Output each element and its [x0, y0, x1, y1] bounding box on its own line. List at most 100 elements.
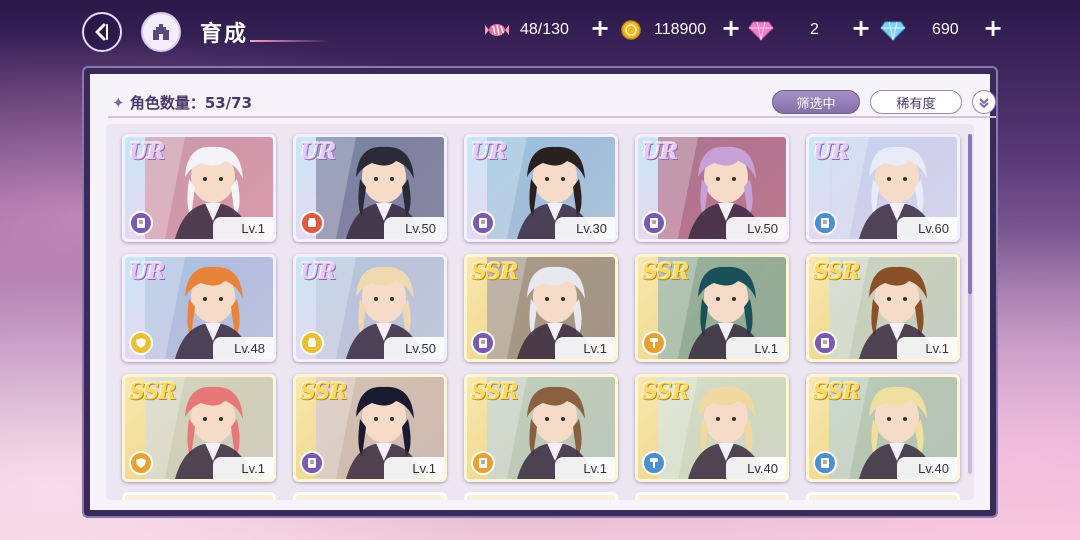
- rarity-badge: SSR: [471, 259, 519, 285]
- blue-gem-plus-button[interactable]: +: [983, 13, 1003, 43]
- character-card[interactable]: SSR Lv.1: [806, 254, 960, 362]
- attribute-badge: [813, 331, 837, 355]
- rarity-badge: SSR: [642, 259, 690, 285]
- rarity-badge: UR: [813, 139, 849, 165]
- rarity-badge: UR: [129, 259, 165, 285]
- attribute-badge: [813, 451, 837, 475]
- level-label: Lv.40: [897, 457, 957, 479]
- character-count-text: 角色数量：53/73: [129, 94, 253, 112]
- attribute-badge: [471, 331, 495, 355]
- rarity-badge: UR: [300, 139, 336, 165]
- level-label: Lv.30: [555, 217, 615, 239]
- chevron-down-icon: [979, 98, 989, 109]
- level-label: Lv.1: [555, 337, 615, 359]
- sort-rarity-button[interactable]: 稀有度: [870, 90, 962, 114]
- character-card[interactable]: SSR Lv.1: [464, 374, 618, 482]
- character-card[interactable]: SSR Lv.40: [635, 374, 789, 482]
- character-card[interactable]: UR Lv.30: [464, 134, 618, 242]
- book-icon: [305, 456, 319, 470]
- character-card[interactable]: SSR Lv.1: [635, 254, 789, 362]
- attribute-badge: [129, 451, 153, 475]
- character-card-partial[interactable]: [635, 492, 789, 500]
- title-decoration: [250, 40, 330, 42]
- back-button[interactable]: [82, 12, 122, 52]
- pink-gem-value: 2: [810, 21, 819, 38]
- character-card[interactable]: UR Lv.50: [293, 254, 447, 362]
- blue-gem-value: 690: [932, 21, 959, 38]
- rarity-badge: SSR: [471, 379, 519, 405]
- attribute-badge: [813, 211, 837, 235]
- attribute-badge: [129, 331, 153, 355]
- resource-coin: 118900: [618, 18, 706, 42]
- character-card[interactable]: UR Lv.1: [122, 134, 276, 242]
- book-icon: [818, 336, 832, 350]
- book-icon: [818, 456, 832, 470]
- character-card-partial[interactable]: [293, 492, 447, 500]
- sort-order-button[interactable]: [972, 90, 996, 114]
- level-label: Lv.50: [726, 217, 786, 239]
- level-label: Lv.1: [213, 217, 273, 239]
- rarity-badge: UR: [642, 139, 678, 165]
- home-button[interactable]: [141, 12, 181, 52]
- rarity-badge: SSR: [129, 379, 177, 405]
- level-label: Lv.48: [213, 337, 273, 359]
- character-card[interactable]: SSR Lv.1: [464, 254, 618, 362]
- candy-plus-button[interactable]: +: [590, 13, 610, 43]
- character-card[interactable]: UR Lv.48: [122, 254, 276, 362]
- character-card-partial[interactable]: [806, 492, 960, 500]
- book-icon: [134, 216, 148, 230]
- rarity-badge: SSR: [813, 379, 861, 405]
- character-card[interactable]: UR Lv.60: [806, 134, 960, 242]
- character-card[interactable]: SSR Lv.1: [122, 374, 276, 482]
- attribute-badge: [471, 211, 495, 235]
- book-icon: [476, 336, 490, 350]
- attribute-badge: [642, 331, 666, 355]
- character-card[interactable]: UR Lv.50: [293, 134, 447, 242]
- hammer-icon: [647, 336, 661, 350]
- candy-value: 48/130: [520, 21, 569, 38]
- level-label: Lv.1: [384, 457, 444, 479]
- character-panel: ✦ 角色数量：53/73 筛选中 稀有度 UR Lv.1 UR Lv.50 UR Lv.3…: [84, 68, 996, 516]
- rarity-badge: SSR: [300, 379, 348, 405]
- book-icon: [818, 216, 832, 230]
- header-divider: [108, 116, 996, 118]
- attribute-badge: [471, 451, 495, 475]
- pink-diamond-icon: [748, 19, 774, 41]
- resource-blue-gem: 690: [880, 18, 959, 42]
- attribute-badge: [300, 331, 324, 355]
- rarity-badge: SSR: [813, 259, 861, 285]
- attribute-badge: [642, 211, 666, 235]
- fist-icon: [305, 216, 319, 230]
- sparkle-icon: ✦: [112, 94, 125, 112]
- attribute-badge: [300, 451, 324, 475]
- character-card[interactable]: UR Lv.50: [635, 134, 789, 242]
- blue-diamond-icon: [880, 19, 906, 41]
- resource-pink-gem: 2: [748, 18, 819, 42]
- hammer-icon: [647, 456, 661, 470]
- shield-icon: [134, 456, 148, 470]
- coin-plus-button[interactable]: +: [721, 13, 741, 43]
- level-label: Lv.1: [213, 457, 273, 479]
- rarity-badge: UR: [129, 139, 165, 165]
- rarity-badge: SSR: [642, 379, 690, 405]
- level-label: Lv.1: [897, 337, 957, 359]
- coin-value: 118900: [654, 21, 707, 38]
- coin-icon: [618, 19, 644, 41]
- castle-icon: [153, 24, 169, 40]
- character-card-partial[interactable]: [464, 492, 618, 500]
- character-card[interactable]: SSR Lv.40: [806, 374, 960, 482]
- character-card-partial[interactable]: [122, 492, 276, 500]
- scrollbar[interactable]: [968, 134, 972, 474]
- level-label: Lv.60: [897, 217, 957, 239]
- pink-gem-plus-button[interactable]: +: [851, 13, 871, 43]
- rarity-badge: UR: [471, 139, 507, 165]
- page-title: 育成: [200, 21, 249, 47]
- fist-icon: [305, 336, 319, 350]
- filter-button[interactable]: 筛选中: [772, 90, 860, 114]
- shield-icon: [134, 336, 148, 350]
- level-label: Lv.1: [726, 337, 786, 359]
- character-card[interactable]: SSR Lv.1: [293, 374, 447, 482]
- book-icon: [476, 216, 490, 230]
- scroll-thumb[interactable]: [968, 134, 972, 294]
- character-count-label: ✦ 角色数量：53/73: [112, 92, 252, 113]
